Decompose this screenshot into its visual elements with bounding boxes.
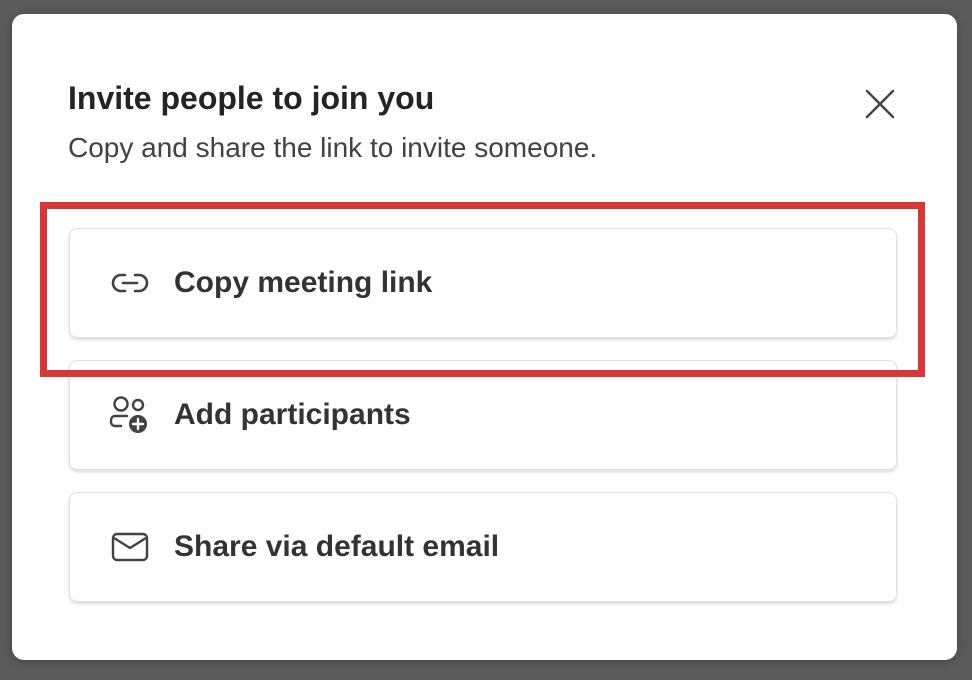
link-icon [108,261,152,305]
add-participants-label: Add participants [174,398,411,431]
dialog-title: Invite people to join you [68,80,435,116]
invite-dialog: Invite people to join you Copy and share… [12,14,957,660]
dialog-subtitle: Copy and share the link to invite someon… [68,132,598,163]
share-via-email-button[interactable]: Share via default email [69,492,897,602]
close-icon [865,89,895,119]
copy-meeting-link-label: Copy meeting link [174,266,433,299]
close-button[interactable] [860,84,900,124]
copy-meeting-link-button[interactable]: Copy meeting link [69,228,897,338]
add-participants-button[interactable]: Add participants [69,360,897,470]
mail-icon [108,525,152,569]
add-people-icon [108,393,152,437]
share-via-email-label: Share via default email [174,530,500,563]
